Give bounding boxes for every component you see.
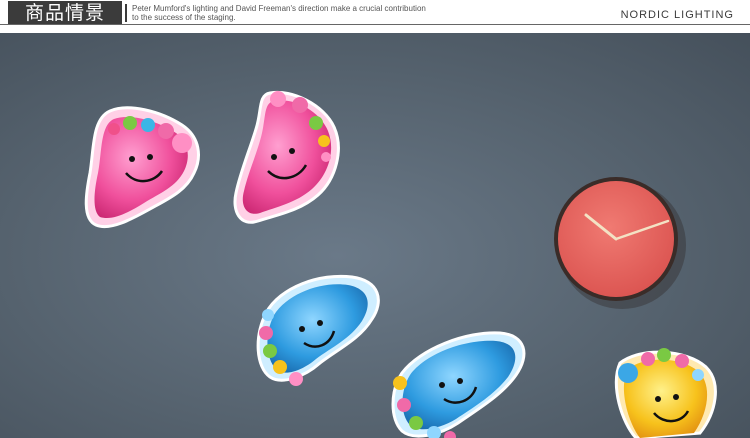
header-subtitle: Peter Mumford's lighting and David Freem… bbox=[132, 4, 426, 22]
pink-foot-sticker-right bbox=[233, 90, 340, 224]
blue-foot-sticker-left bbox=[256, 274, 380, 386]
blue-foot-sticker-right bbox=[391, 331, 526, 438]
title-divider bbox=[125, 4, 127, 22]
header-bar: 商品情景 Peter Mumford's lighting and David … bbox=[0, 0, 750, 30]
brand-label: NORDIC LIGHTING bbox=[620, 9, 734, 21]
wall-clock bbox=[554, 177, 686, 309]
section-title: 商品情景 bbox=[8, 1, 122, 25]
pink-foot-sticker-left bbox=[84, 106, 200, 228]
product-scene-photo bbox=[0, 33, 750, 438]
scene-illustration bbox=[84, 90, 717, 438]
yellow-foot-sticker bbox=[614, 348, 717, 438]
header-divider bbox=[0, 24, 750, 25]
